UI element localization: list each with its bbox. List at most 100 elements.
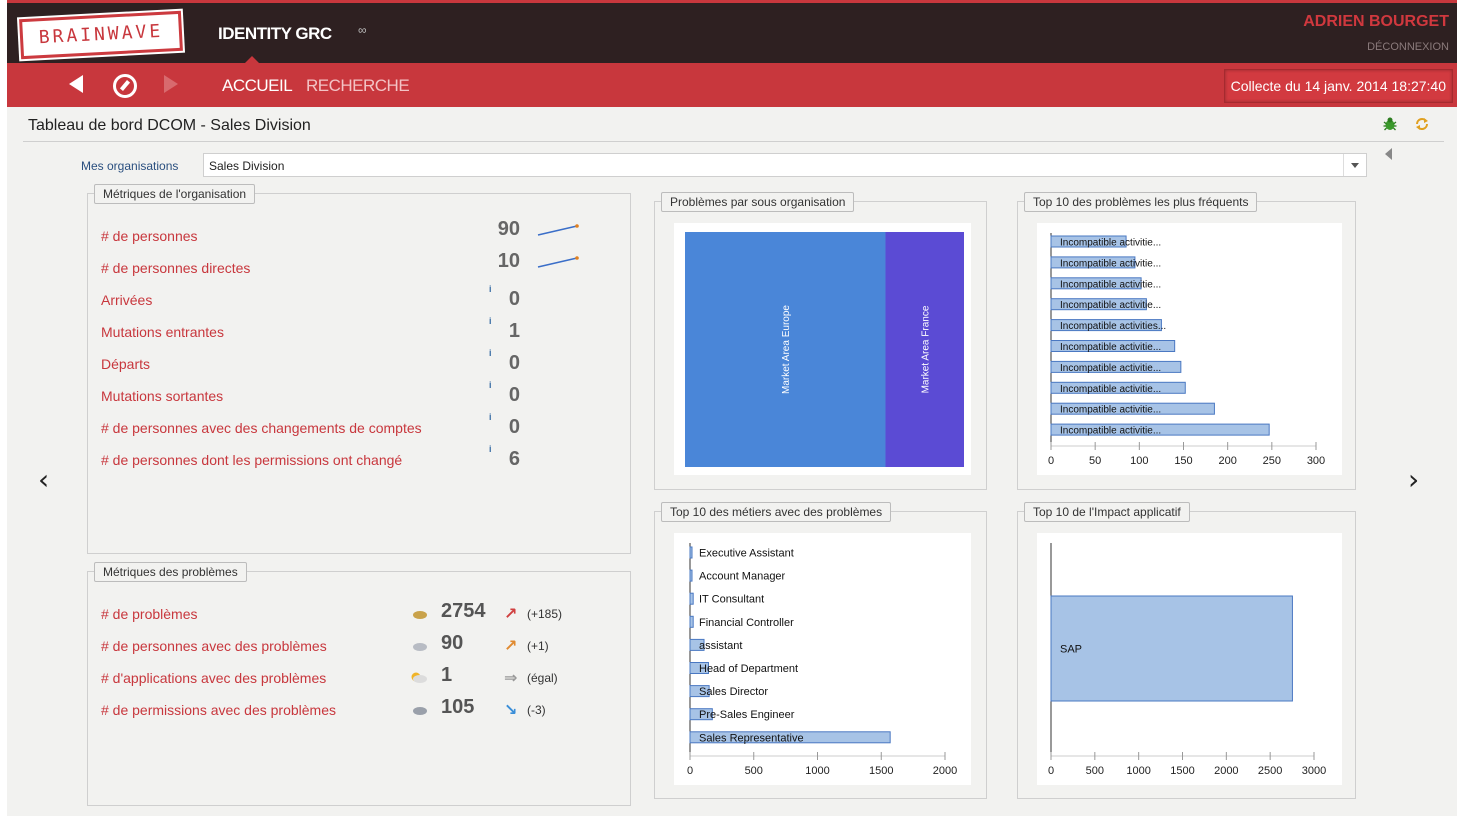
top-problems-chart-panel: Top 10 des problèmes les plus fréquents …: [1017, 192, 1356, 490]
x-tick-label: 1000: [1126, 765, 1150, 777]
issue-metric-label[interactable]: # d'applications avec des problèmes: [101, 670, 326, 686]
bar[interactable]: [689, 592, 694, 605]
org-metric-value[interactable]: 90: [468, 218, 520, 241]
issue-metric-delta: (-3): [527, 703, 546, 717]
weather-partly-sunny-icon: [411, 672, 427, 683]
org-metric-value[interactable]: 10: [468, 250, 520, 273]
info-icon[interactable]: i: [489, 284, 492, 294]
issue-metric-value[interactable]: 2754: [441, 600, 486, 623]
info-icon[interactable]: i: [489, 444, 492, 454]
sub-org-chart[interactable]: Market Area Europe Market Area France: [674, 223, 971, 475]
x-tick-label: 300: [1307, 455, 1325, 467]
bar-label: Incompatible activitie...: [1060, 238, 1161, 249]
issue-metric-label[interactable]: # de personnes avec des problèmes: [101, 638, 327, 654]
x-tick-label: 2000: [933, 765, 957, 777]
org-metric-label[interactable]: # de personnes avec des changements de c…: [101, 420, 422, 436]
nav-bar: ACCUEIL RECHERCHE Collecte du 14 janv. 2…: [7, 63, 1457, 107]
top-header: BRAINWAVE IDENTITY GRC ∞ ADRIEN BOURGET …: [7, 0, 1457, 63]
info-icon[interactable]: i: [489, 380, 492, 390]
org-metric-label[interactable]: Mutations entrantes: [101, 324, 224, 340]
bar[interactable]: [689, 569, 693, 582]
org-metric-label[interactable]: # de personnes: [101, 228, 198, 244]
info-icon[interactable]: i: [489, 412, 492, 422]
refresh-icon[interactable]: [1414, 116, 1430, 132]
issue-metric-value[interactable]: 1: [441, 664, 452, 687]
bar[interactable]: [689, 546, 693, 559]
sparkline-icon: [537, 224, 579, 236]
bar-label: Incompatible activitie...: [1060, 384, 1161, 395]
x-tick-label: 0: [687, 765, 693, 777]
user-name[interactable]: ADRIEN BOURGET: [1303, 13, 1449, 31]
top-jobs-chart[interactable]: 0 500 1000 1500 2000 Executive Assistant Accou…: [674, 533, 971, 785]
previous-page-icon[interactable]: ‹: [38, 463, 49, 496]
sparkline-icon: [537, 256, 579, 268]
bar-label: Account Manager: [699, 571, 786, 583]
sub-org-label: Market Area France: [921, 305, 932, 393]
app-impact-chart[interactable]: 0 500 1000 1500 2000 2500 3000 SAP: [1037, 533, 1342, 785]
org-metric-value[interactable]: 6: [468, 448, 520, 471]
trend-flat-icon: ⇒: [504, 668, 518, 687]
issue-metric-delta: (+185): [527, 607, 563, 621]
compass-icon[interactable]: [113, 74, 137, 98]
weather-rain-icon: [413, 707, 427, 715]
org-metric-value[interactable]: 0: [468, 416, 520, 439]
collect-date-badge[interactable]: Collecte du 14 janv. 2014 18:27:40: [1223, 69, 1453, 103]
trend-up-red-icon: ↗: [504, 604, 518, 623]
org-metrics-panel: Métriques de l'organisation # de personn…: [87, 184, 631, 554]
issue-metric-value[interactable]: 90: [441, 632, 463, 655]
nav-home-link[interactable]: ACCUEIL: [222, 76, 293, 96]
org-metric-label[interactable]: # de personnes directes: [101, 260, 250, 276]
next-page-icon[interactable]: ›: [1408, 463, 1419, 496]
bar-label: Incompatible activitie...: [1060, 342, 1161, 353]
bar[interactable]: [1050, 595, 1293, 702]
x-tick-label: 100: [1130, 455, 1148, 467]
back-arrow-icon[interactable]: [69, 75, 83, 93]
org-select[interactable]: Sales Division: [203, 153, 1367, 177]
info-icon[interactable]: i: [489, 316, 492, 326]
sub-org-label: Market Area Europe: [781, 305, 792, 394]
org-metrics-legend: Métriques de l'organisation: [94, 184, 256, 204]
org-metric-value[interactable]: 0: [468, 352, 520, 375]
x-tick-label: 250: [1263, 455, 1281, 467]
logout-link[interactable]: DÉCONNEXION: [1367, 41, 1449, 53]
bar-label: Financial Controller: [699, 617, 794, 629]
x-tick-label: 2500: [1258, 765, 1282, 777]
org-metric-value[interactable]: 0: [468, 384, 520, 407]
org-metric-value[interactable]: 1: [468, 320, 520, 343]
org-metric-label[interactable]: Départs: [101, 356, 150, 372]
org-metric-label[interactable]: Arrivées: [101, 292, 152, 308]
brainwave-logo[interactable]: BRAINWAVE: [19, 10, 183, 60]
dashboard-main: Tableau de bord DCOM - Sales Division Me…: [7, 107, 1457, 816]
forward-arrow-icon[interactable]: [164, 75, 178, 93]
issue-metric-value[interactable]: 105: [441, 696, 474, 719]
chevron-down-icon[interactable]: [1343, 154, 1366, 176]
org-metric-label[interactable]: Mutations sortantes: [101, 388, 223, 404]
weather-cloudy-icon: [413, 643, 427, 651]
issue-metric-label[interactable]: # de permissions avec des problèmes: [101, 702, 336, 718]
top-problems-chart-title: Top 10 des problèmes les plus fréquents: [1024, 192, 1258, 212]
nav-search-link[interactable]: RECHERCHE: [306, 76, 410, 96]
top-problems-chart[interactable]: 0 50 100 150 200 250 300 Incompatible activitie…: [1037, 223, 1342, 475]
x-tick-label: 0: [1048, 765, 1054, 777]
bar-label: SAP: [1060, 644, 1082, 656]
collapse-panel-icon[interactable]: [1385, 148, 1392, 160]
issue-metric-label[interactable]: # de problèmes: [101, 606, 198, 622]
info-icon[interactable]: i: [489, 348, 492, 358]
bar-label: Incompatible activitie...: [1060, 426, 1161, 437]
app-title: IDENTITY GRC: [218, 24, 332, 43]
issue-metric-delta: (+1): [527, 639, 549, 653]
x-tick-label: 50: [1089, 455, 1101, 467]
bar-label: Incompatible activitie...: [1060, 405, 1161, 416]
infinity-icon: ∞: [358, 23, 367, 37]
org-metric-value[interactable]: 0: [468, 288, 520, 311]
x-tick-label: 500: [745, 765, 763, 777]
bar-label: Head of Department: [699, 663, 798, 675]
bar-label: Incompatible activitie...: [1060, 279, 1161, 290]
org-metric-label[interactable]: # de personnes dont les permissions ont …: [101, 452, 402, 468]
page-title: Tableau de bord DCOM - Sales Division: [28, 117, 311, 134]
nav-active-pointer: [244, 56, 260, 64]
bar[interactable]: [689, 615, 694, 628]
sub-org-chart-panel: Problèmes par sous organisation Market A…: [654, 192, 987, 490]
bug-icon[interactable]: [1382, 116, 1398, 132]
bar-label: Pre-Sales Engineer: [699, 709, 795, 721]
